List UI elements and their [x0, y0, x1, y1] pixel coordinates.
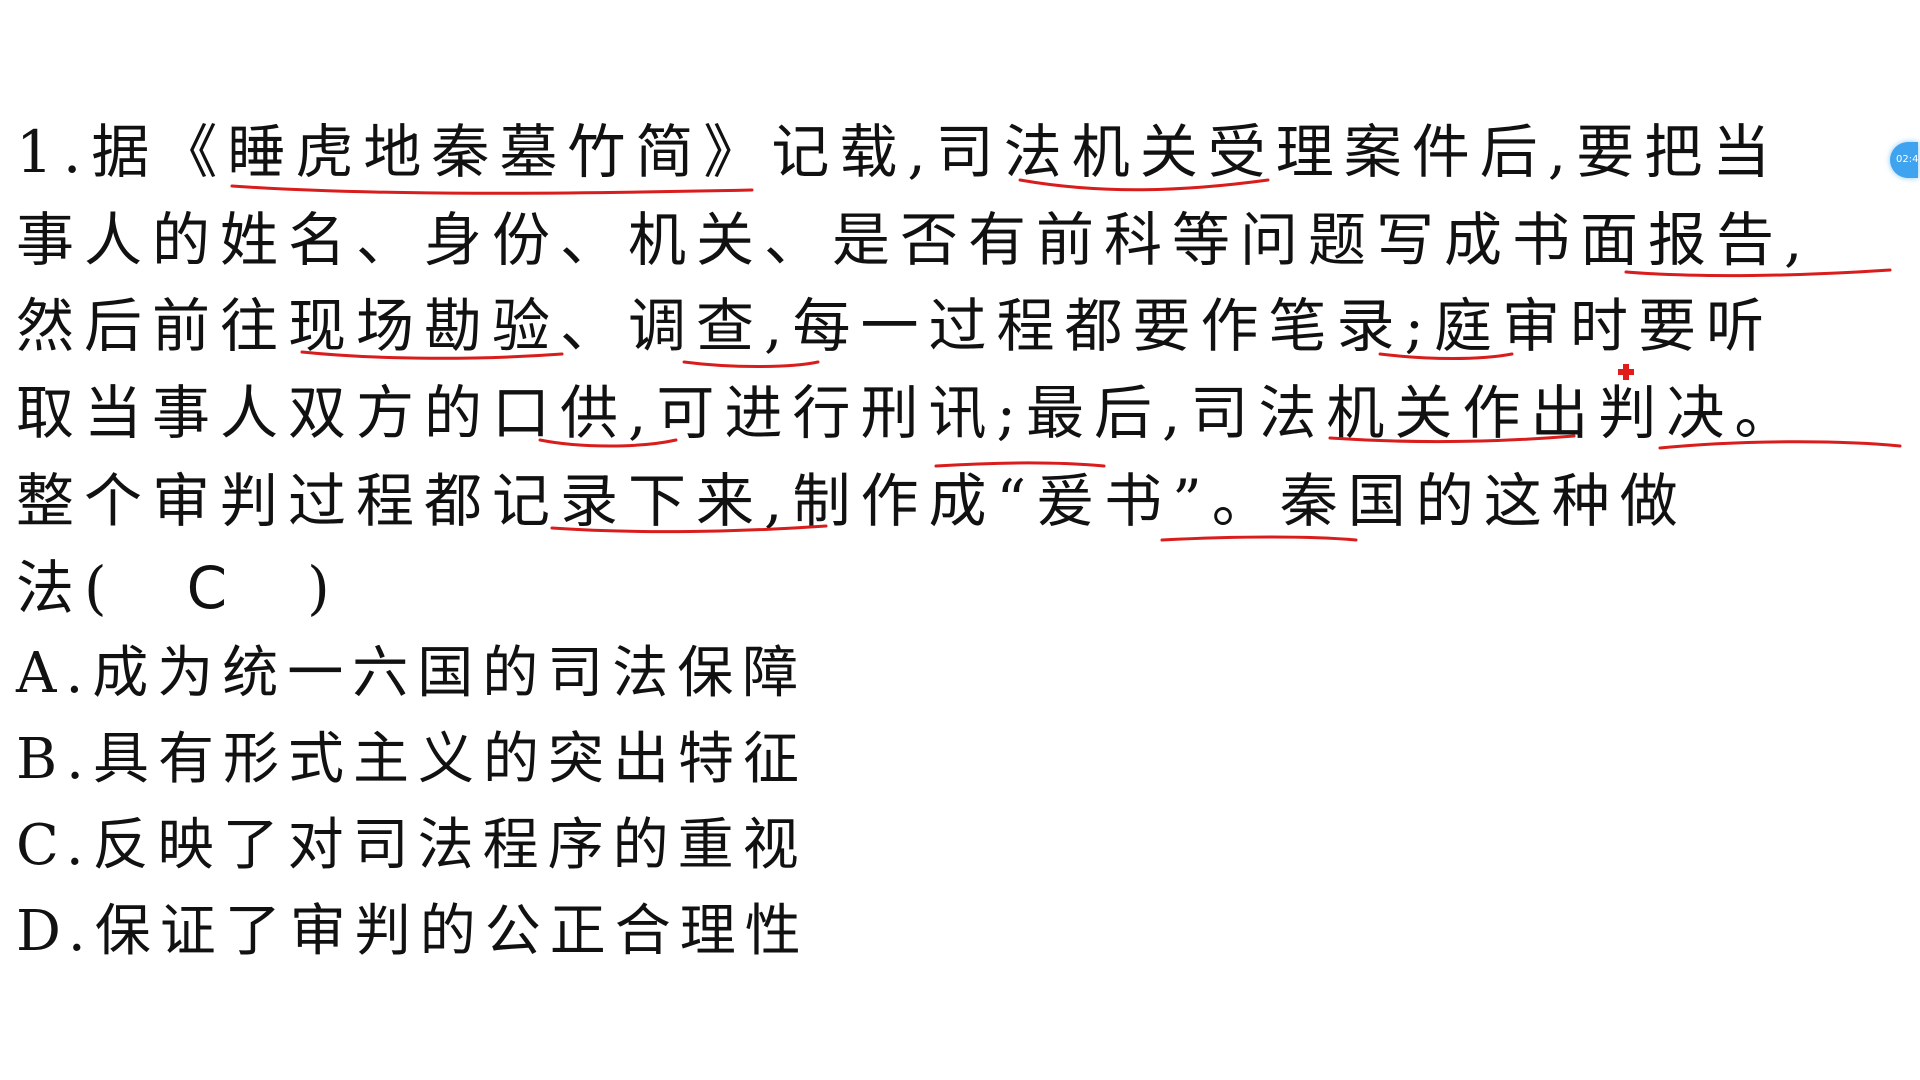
underline-yuanshu [1160, 535, 1358, 542]
recording-timer-badge[interactable]: 02:4 [1890, 142, 1918, 178]
option-b: B.具有形式主义的突出特征 [16, 727, 808, 792]
blank-close: ) [307, 554, 340, 622]
answer-letter: C [186, 554, 238, 622]
question-line-4: 取当事人双方的口供,可进行刑讯;最后,司法机关作出判决。 [16, 379, 1803, 447]
question-line-6: 法( C) [16, 552, 340, 624]
option-a: A.成为统一六国的司法保障 [16, 641, 808, 706]
option-c: C.反映了对司法程序的重视 [16, 813, 808, 878]
question-line-2: 事人的姓名、身份、机关、是否有前科等问题写成书面报告, [16, 206, 1813, 274]
pen-cursor-icon [1618, 364, 1634, 380]
option-d: D.保证了审判的公正合理性 [16, 899, 810, 964]
question-line-3: 然后前往现场勘验、调查,每一过程都要作笔录;庭审时要听 [16, 292, 1774, 360]
question-line-1: 1.据《睡虎地秦墓竹简》记载,司法机关受理案件后,要把当 [16, 118, 1781, 186]
blank-open: 法( [16, 554, 117, 622]
underline-diaocha [682, 360, 820, 368]
question-line-5: 整个审判过程都记录下来,制作成“爰书”。秦国的这种做 [16, 467, 1688, 535]
slide-canvas: 1.据《睡虎地秦墓竹简》记载,司法机关受理案件后,要把当 事人的姓名、身份、机关… [0, 0, 1920, 1080]
